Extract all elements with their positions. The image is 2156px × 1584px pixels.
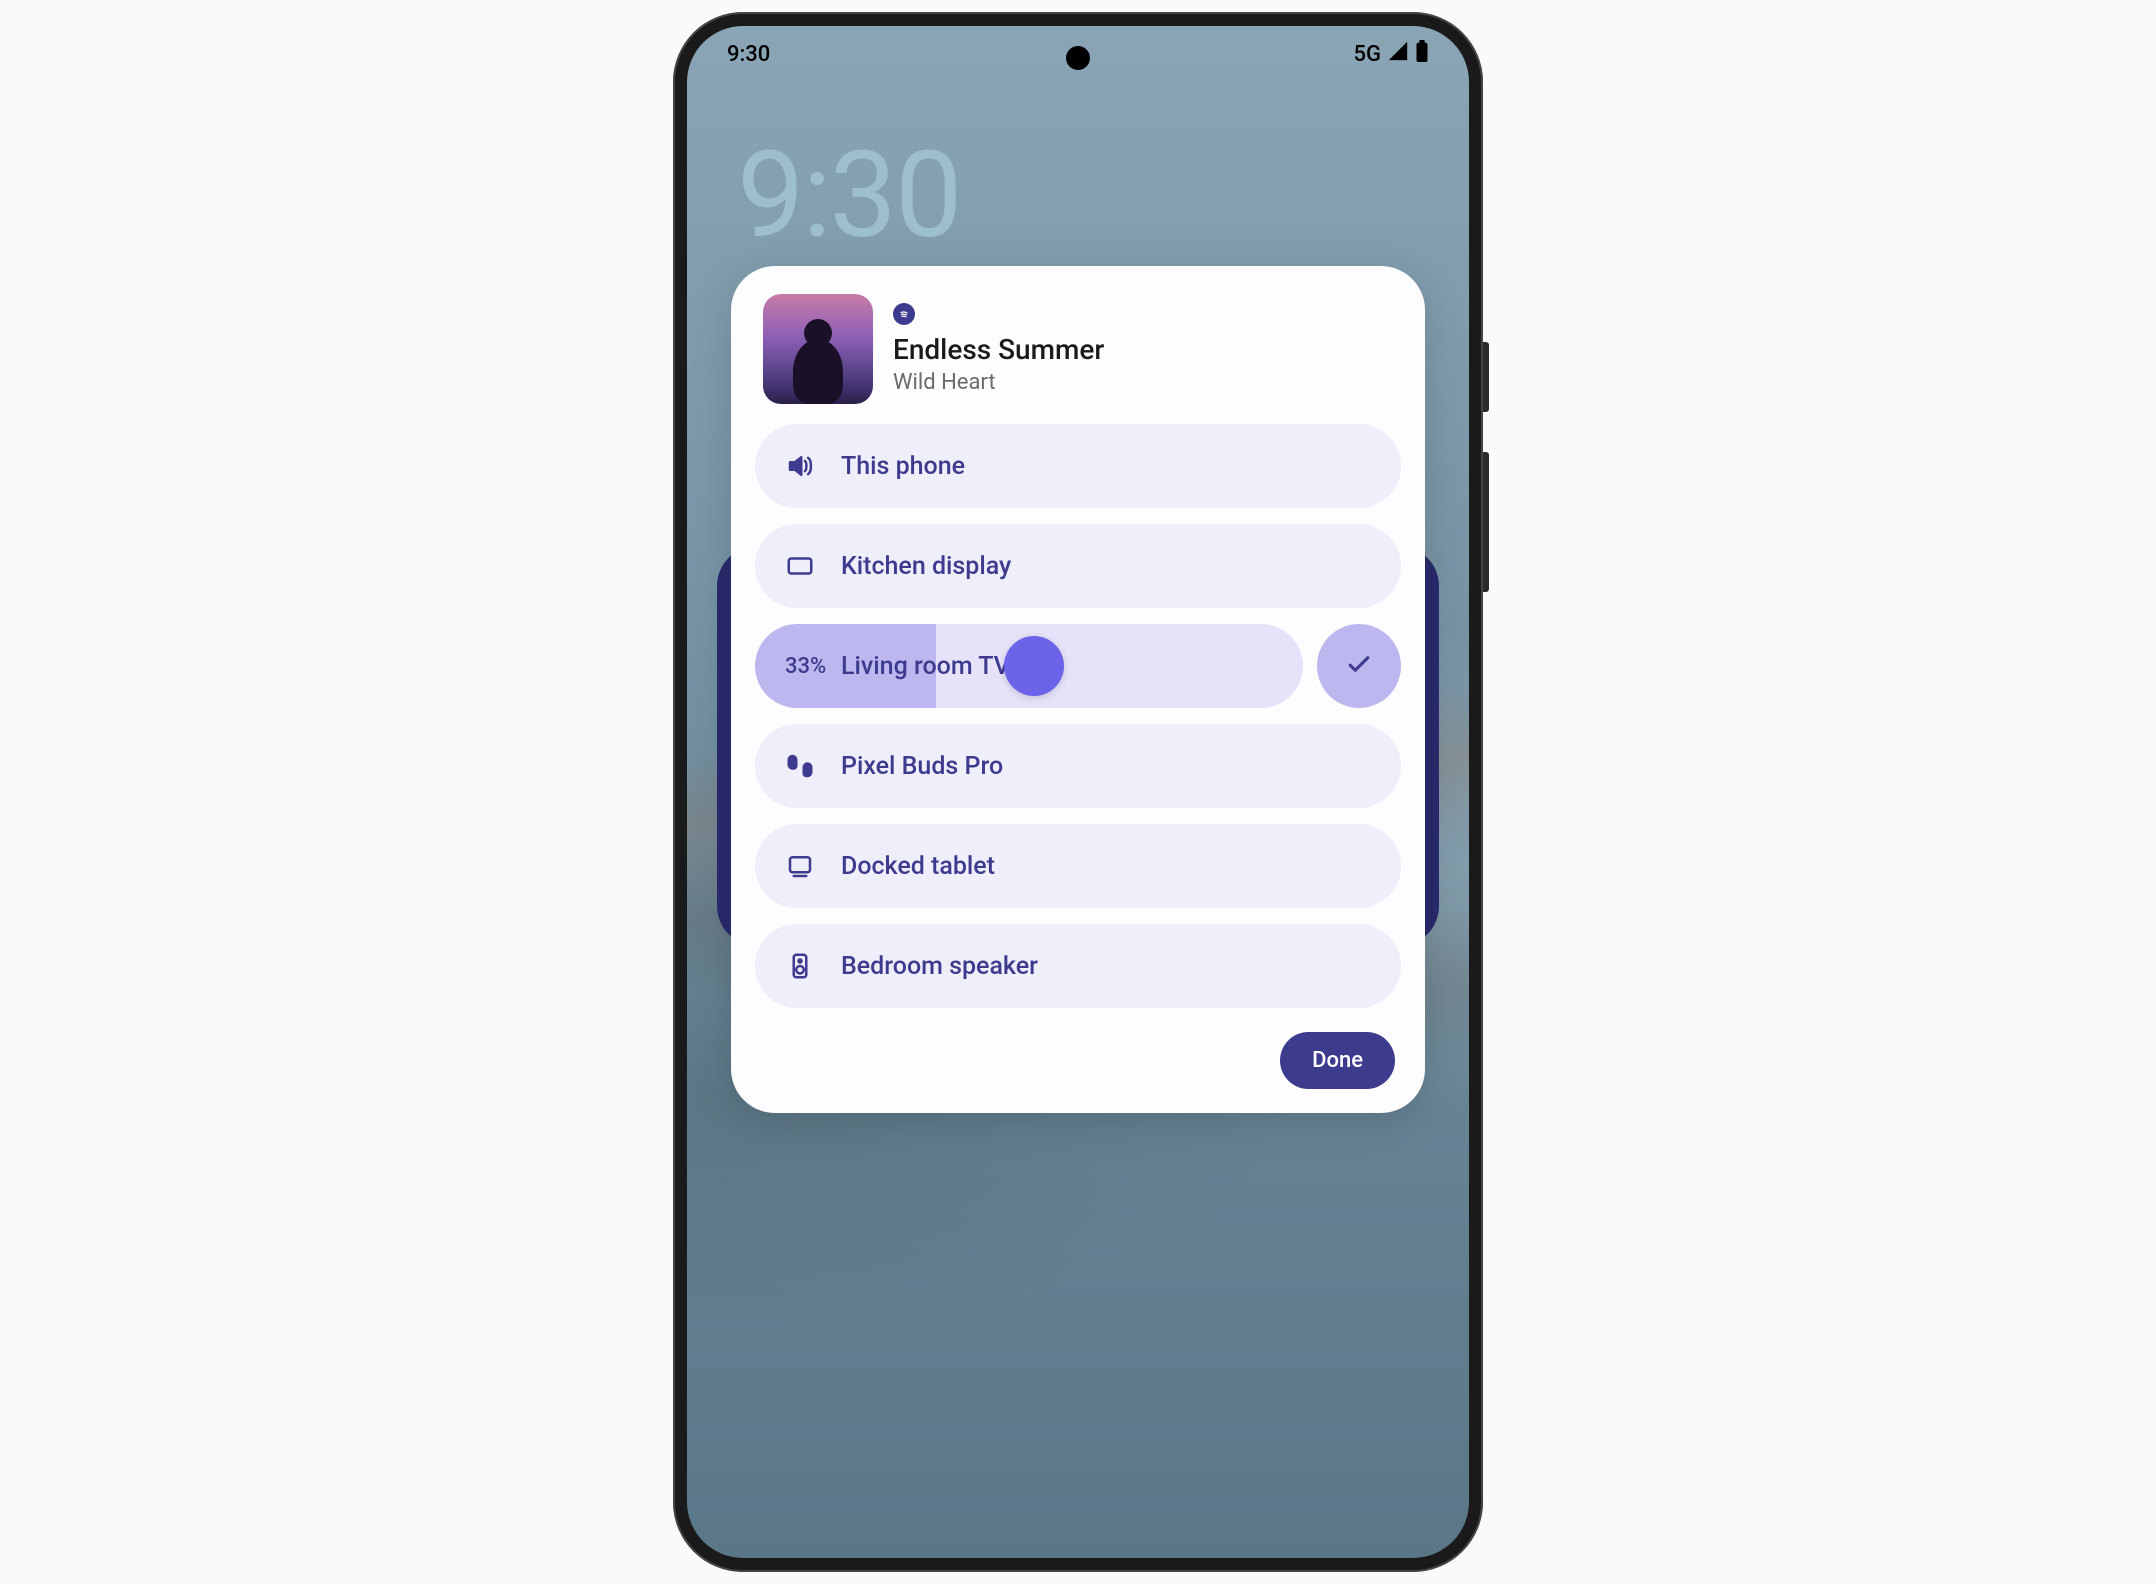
check-icon [1344, 649, 1374, 683]
camera-hole [1066, 46, 1090, 70]
network-label: 5G [1354, 42, 1382, 67]
device-list: This phone Kitchen display [755, 424, 1401, 1008]
device-label: Bedroom speaker [841, 952, 1038, 981]
done-button[interactable]: Done [1280, 1032, 1395, 1089]
screen: 9:30 5G 9:30 [687, 26, 1469, 1558]
volume-icon [785, 451, 815, 481]
volume-rocker[interactable] [1483, 452, 1489, 592]
device-bedroom-speaker[interactable]: Bedroom speaker [755, 924, 1401, 1008]
track-artist: Wild Heart [893, 370, 1393, 395]
device-living-room-tv[interactable]: 33% Living room TV [755, 624, 1303, 708]
power-button[interactable] [1483, 342, 1489, 412]
display-icon [785, 551, 815, 581]
volume-slider-thumb[interactable] [1004, 636, 1064, 696]
signal-icon [1387, 40, 1409, 68]
device-label: Kitchen display [841, 552, 1011, 581]
device-label: Pixel Buds Pro [841, 752, 1003, 781]
device-docked-tablet[interactable]: Docked tablet [755, 824, 1401, 908]
device-label: Docked tablet [841, 852, 995, 881]
device-label: This phone [841, 452, 965, 481]
confirm-device-button[interactable] [1317, 624, 1401, 708]
battery-icon [1415, 40, 1429, 68]
volume-percent: 33% [785, 654, 815, 679]
output-switcher-panel: Endless Summer Wild Heart [731, 266, 1425, 1113]
now-playing-header: Endless Summer Wild Heart [755, 294, 1401, 424]
status-time: 9:30 [727, 42, 770, 67]
device-kitchen-display[interactable]: Kitchen display [755, 524, 1401, 608]
track-title: Endless Summer [893, 333, 1393, 366]
tablet-dock-icon [785, 851, 815, 881]
album-art[interactable] [763, 294, 873, 404]
device-pixel-buds-pro[interactable]: Pixel Buds Pro [755, 724, 1401, 808]
earbuds-icon [785, 751, 815, 781]
lock-clock: 9:30 [737, 126, 960, 266]
spotify-icon [893, 303, 915, 325]
device-this-phone[interactable]: This phone [755, 424, 1401, 508]
device-label: Living room TV [841, 652, 1010, 681]
speaker-icon [785, 951, 815, 981]
phone-frame: 9:30 5G 9:30 [673, 12, 1483, 1572]
